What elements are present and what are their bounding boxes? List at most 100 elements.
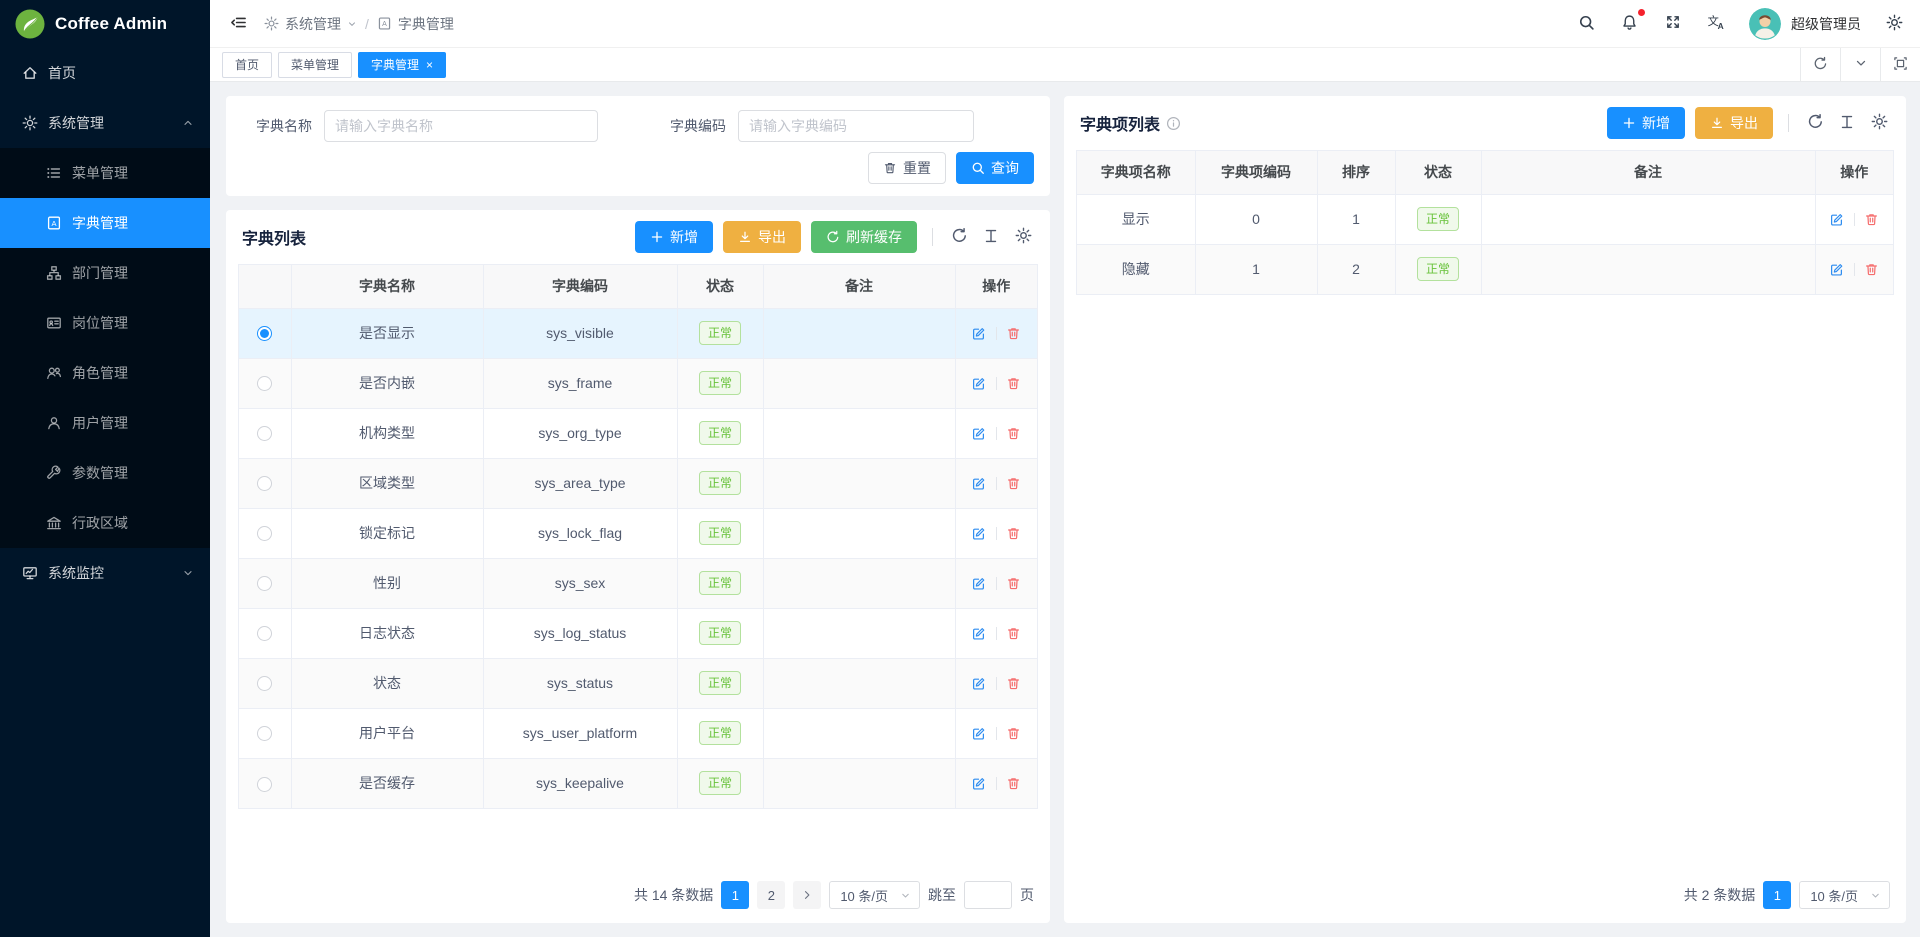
row-radio[interactable] <box>257 726 272 741</box>
add-dict-item-button[interactable]: 新增 <box>1607 107 1685 139</box>
fullscreen-button[interactable] <box>1663 14 1682 33</box>
export-dict-button[interactable]: 导出 <box>723 221 801 253</box>
edit-button[interactable] <box>969 723 989 743</box>
table-row[interactable]: 是否显示 sys_visible 正常 <box>239 308 1037 358</box>
sidebar-item-dict-management[interactable]: 字典管理 <box>0 198 210 248</box>
edit-button[interactable] <box>969 573 989 593</box>
page-2-button[interactable]: 2 <box>757 881 785 909</box>
notifications-button[interactable] <box>1620 14 1639 33</box>
edit-button[interactable] <box>969 373 989 393</box>
sidebar-item-post-management[interactable]: 岗位管理 <box>0 298 210 348</box>
table-settings-button[interactable] <box>1012 226 1034 248</box>
export-dict-item-button[interactable]: 导出 <box>1695 107 1773 139</box>
tab-home[interactable]: 首页 <box>222 52 272 78</box>
sidebar-item-menu-management[interactable]: 菜单管理 <box>0 148 210 198</box>
row-height-button[interactable] <box>980 226 1002 248</box>
delete-button[interactable] <box>1004 523 1024 543</box>
delete-button[interactable] <box>1004 323 1024 343</box>
row-radio[interactable] <box>257 426 272 441</box>
delete-button[interactable] <box>1004 673 1024 693</box>
table-row[interactable]: 状态 sys_status 正常 <box>239 658 1037 708</box>
delete-button[interactable] <box>1004 573 1024 593</box>
table-row[interactable]: 机构类型 sys_org_type 正常 <box>239 408 1037 458</box>
sidebar-item-role-management[interactable]: 角色管理 <box>0 348 210 398</box>
sidebar-item-label: 首页 <box>48 63 194 83</box>
edit-button[interactable] <box>1827 209 1847 229</box>
page-size-select[interactable]: 10 条/页 <box>1799 881 1890 909</box>
sidebar-item-system-monitor[interactable]: 系统监控 <box>0 548 210 598</box>
table-row[interactable]: 显示 0 1 正常 <box>1077 194 1893 244</box>
row-radio[interactable] <box>257 326 272 341</box>
edit-button[interactable] <box>969 773 989 793</box>
row-radio[interactable] <box>257 626 272 641</box>
page-size-select[interactable]: 10 条/页 <box>829 881 920 909</box>
dict-code-input[interactable] <box>738 110 974 142</box>
sidebar-item-home[interactable]: 首页 <box>0 48 210 98</box>
delete-button[interactable] <box>1004 423 1024 443</box>
avatar[interactable] <box>1749 8 1781 40</box>
breadcrumb-item-dict[interactable]: 字典管理 <box>377 14 454 34</box>
table-row[interactable]: 隐藏 1 2 正常 <box>1077 244 1893 294</box>
query-button[interactable]: 查询 <box>956 152 1034 184</box>
delete-button[interactable] <box>1004 723 1024 743</box>
sidebar-item-system-management[interactable]: 系统管理 <box>0 98 210 148</box>
sidebar-item-admin-region[interactable]: 行政区域 <box>0 498 210 548</box>
delete-button[interactable] <box>1004 773 1024 793</box>
app-title: Coffee Admin <box>55 14 167 34</box>
tab-dict-management[interactable]: 字典管理 × <box>358 52 446 78</box>
sidebar-item-dept-management[interactable]: 部门管理 <box>0 248 210 298</box>
close-icon[interactable]: × <box>426 59 433 71</box>
gear-icon <box>22 115 38 131</box>
edit-button[interactable] <box>969 473 989 493</box>
next-page-button[interactable] <box>793 881 821 909</box>
table-row[interactable]: 日志状态 sys_log_status 正常 <box>239 608 1037 658</box>
delete-button[interactable] <box>1004 623 1024 643</box>
edit-button[interactable] <box>969 323 989 343</box>
language-button[interactable] <box>1706 14 1725 33</box>
add-button-label: 新增 <box>1642 113 1670 133</box>
table-row[interactable]: 是否内嵌 sys_frame 正常 <box>239 358 1037 408</box>
dict-name-input[interactable] <box>324 110 598 142</box>
refresh-cache-button[interactable]: 刷新缓存 <box>811 221 917 253</box>
reload-table-button[interactable] <box>1804 112 1826 134</box>
search-button[interactable] <box>1577 14 1596 33</box>
table-row[interactable]: 区域类型 sys_area_type 正常 <box>239 458 1037 508</box>
row-height-button[interactable] <box>1836 112 1858 134</box>
row-radio[interactable] <box>257 476 272 491</box>
edit-button[interactable] <box>969 673 989 693</box>
sidebar-item-param-management[interactable]: 参数管理 <box>0 448 210 498</box>
breadcrumb-item-system[interactable]: 系统管理 <box>264 14 357 34</box>
row-radio[interactable] <box>257 676 272 691</box>
settings-button[interactable] <box>1885 14 1904 33</box>
reload-table-button[interactable] <box>948 226 970 248</box>
username[interactable]: 超级管理员 <box>1791 14 1861 34</box>
edit-button[interactable] <box>1827 259 1847 279</box>
edit-button[interactable] <box>969 423 989 443</box>
content-fullscreen-button[interactable] <box>1880 48 1920 81</box>
sidebar-collapse-button[interactable] <box>228 14 248 34</box>
delete-button[interactable] <box>1004 373 1024 393</box>
page-1-button[interactable]: 1 <box>1763 881 1791 909</box>
delete-button[interactable] <box>1862 209 1882 229</box>
reset-button[interactable]: 重置 <box>868 152 946 184</box>
delete-button[interactable] <box>1004 473 1024 493</box>
row-radio[interactable] <box>257 576 272 591</box>
tab-menu-management[interactable]: 菜单管理 <box>278 52 352 78</box>
tab-actions-button[interactable] <box>1840 48 1880 81</box>
page-1-button[interactable]: 1 <box>721 881 749 909</box>
refresh-page-button[interactable] <box>1800 48 1840 81</box>
table-row[interactable]: 是否缓存 sys_keepalive 正常 <box>239 758 1037 808</box>
table-row[interactable]: 用户平台 sys_user_platform 正常 <box>239 708 1037 758</box>
jump-page-input[interactable] <box>964 881 1012 909</box>
edit-button[interactable] <box>969 523 989 543</box>
delete-button[interactable] <box>1862 259 1882 279</box>
sidebar-item-user-management[interactable]: 用户管理 <box>0 398 210 448</box>
row-radio[interactable] <box>257 376 272 391</box>
table-row[interactable]: 性别 sys_sex 正常 <box>239 558 1037 608</box>
table-row[interactable]: 锁定标记 sys_lock_flag 正常 <box>239 508 1037 558</box>
edit-button[interactable] <box>969 623 989 643</box>
add-dict-button[interactable]: 新增 <box>635 221 713 253</box>
row-radio[interactable] <box>257 777 272 792</box>
row-radio[interactable] <box>257 526 272 541</box>
table-settings-button[interactable] <box>1868 112 1890 134</box>
